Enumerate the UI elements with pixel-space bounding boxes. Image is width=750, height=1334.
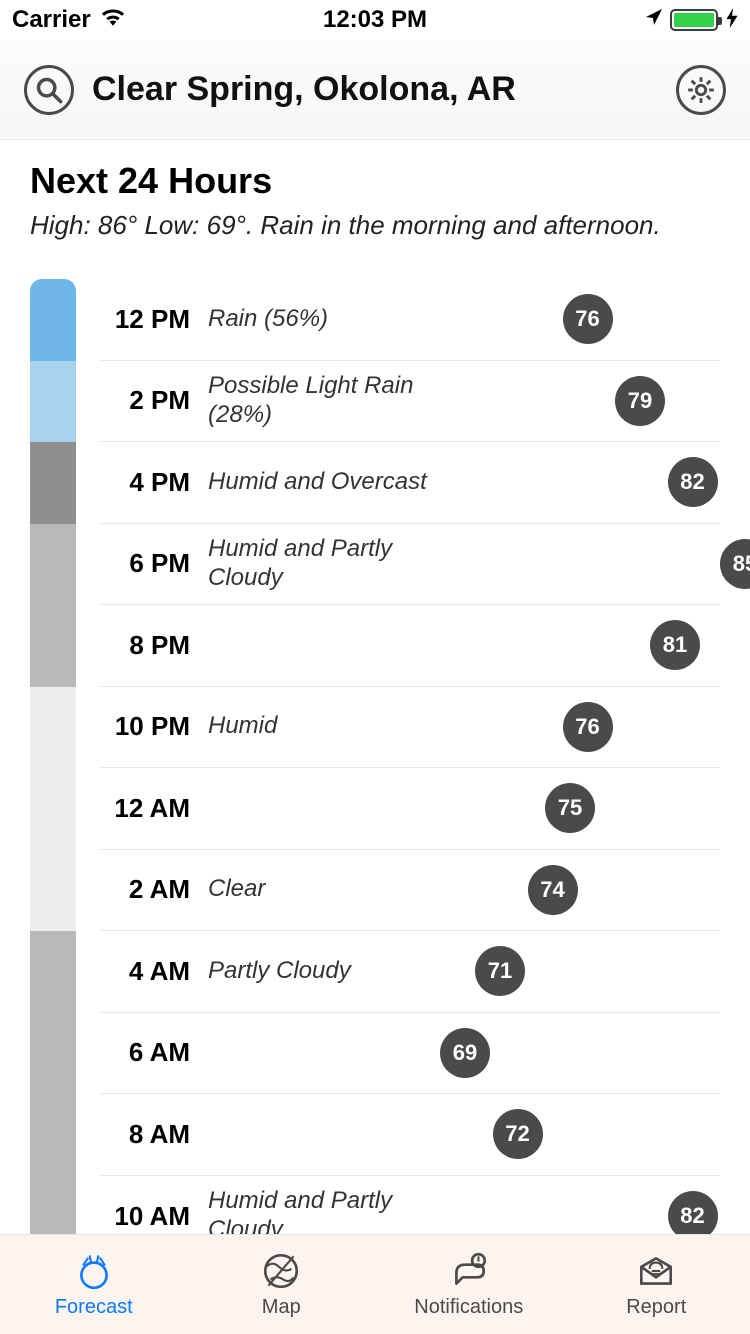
- status-time: 12:03 PM: [323, 6, 427, 34]
- hour-condition: Humid and Partly Cloudy: [208, 535, 438, 593]
- hour-condition: Possible Light Rain (28%): [208, 372, 438, 430]
- temp-badge: 71: [475, 946, 525, 996]
- hour-condition: Humid: [208, 712, 277, 741]
- temp-track: 81: [440, 605, 720, 686]
- hour-time: 6 AM: [100, 1037, 190, 1068]
- hourly-list[interactable]: 12 PM Rain (56%) 76 2 PM Possible Light Rain…: [100, 279, 720, 1257]
- hour-time: 8 PM: [100, 630, 190, 661]
- hour-row[interactable]: 8 PM 81: [100, 605, 720, 687]
- temp-track: 72: [440, 1094, 720, 1175]
- search-icon: [35, 76, 63, 104]
- hour-row[interactable]: 12 AM 75: [100, 768, 720, 850]
- strip-segment: [30, 524, 76, 606]
- search-button[interactable]: [24, 65, 74, 115]
- location-title: Clear Spring, Okolona, AR: [92, 70, 658, 109]
- hour-time: 2 AM: [100, 874, 190, 905]
- header: Clear Spring, Okolona, AR: [0, 40, 750, 140]
- hour-condition: Partly Cloudy: [208, 957, 351, 986]
- carrier-label: Carrier: [12, 6, 91, 34]
- temp-badge: 76: [563, 702, 613, 752]
- hour-time: 4 PM: [100, 467, 190, 498]
- settings-button[interactable]: [676, 65, 726, 115]
- temp-badge: 85: [720, 539, 750, 589]
- tab-label: Report: [626, 1296, 686, 1319]
- strip-segment: [30, 279, 76, 361]
- strip-segment: [30, 1094, 76, 1176]
- tab-label: Map: [262, 1296, 301, 1319]
- temp-badge: 76: [563, 294, 613, 344]
- temp-badge: 75: [545, 783, 595, 833]
- hour-condition: Rain (56%): [208, 305, 328, 334]
- section-title: Next 24 Hours: [30, 160, 720, 202]
- report-icon: [635, 1250, 677, 1292]
- temp-track: 71: [440, 931, 720, 1012]
- temp-track: 79: [440, 361, 720, 442]
- strip-segment: [30, 687, 76, 769]
- status-right: [644, 7, 738, 33]
- location-arrow-icon: [644, 7, 664, 33]
- temp-track: 76: [440, 687, 720, 768]
- strip-segment: [30, 768, 76, 850]
- hour-time: 10 AM: [100, 1201, 190, 1232]
- temp-badge: 69: [440, 1028, 490, 1078]
- hour-row[interactable]: 12 PM Rain (56%) 76: [100, 279, 720, 361]
- hour-time: 4 AM: [100, 956, 190, 987]
- gear-icon: [687, 76, 715, 104]
- wifi-icon: [99, 6, 127, 34]
- status-bar: Carrier 12:03 PM: [0, 0, 750, 40]
- hour-time: 2 PM: [100, 385, 190, 416]
- tab-label: Notifications: [414, 1296, 523, 1319]
- hour-condition: Clear: [208, 875, 265, 904]
- temp-badge: 79: [615, 376, 665, 426]
- status-left: Carrier: [12, 6, 127, 34]
- hour-row[interactable]: 2 AM Clear 74: [100, 850, 720, 932]
- hour-row[interactable]: 10 PM Humid 76: [100, 687, 720, 769]
- hour-row[interactable]: 4 AM Partly Cloudy 71: [100, 931, 720, 1013]
- tab-forecast[interactable]: Forecast: [0, 1235, 188, 1334]
- hour-time: 10 PM: [100, 711, 190, 742]
- tab-notifications[interactable]: Notifications: [375, 1235, 563, 1334]
- battery-icon: [670, 9, 718, 31]
- hour-row[interactable]: 4 PM Humid and Overcast 82: [100, 442, 720, 524]
- condition-color-strip: [30, 279, 76, 1257]
- strip-segment: [30, 1013, 76, 1095]
- hour-time: 12 AM: [100, 793, 190, 824]
- section-subtitle: High: 86° Low: 69°. Rain in the morning …: [30, 210, 720, 241]
- charging-icon: [726, 8, 738, 33]
- temp-track: 69: [440, 1013, 720, 1094]
- main-content: Next 24 Hours High: 86° Low: 69°. Rain i…: [0, 140, 750, 1257]
- strip-segment: [30, 605, 76, 687]
- hour-row[interactable]: 6 AM 69: [100, 1013, 720, 1095]
- hour-time: 8 AM: [100, 1119, 190, 1150]
- hour-row[interactable]: 6 PM Humid and Partly Cloudy85: [100, 524, 720, 606]
- hour-condition: Humid and Overcast: [208, 468, 427, 497]
- temp-track: 74: [440, 850, 720, 931]
- hour-row[interactable]: 2 PM Possible Light Rain (28%) 79: [100, 361, 720, 443]
- tab-report[interactable]: Report: [563, 1235, 750, 1334]
- strip-segment: [30, 442, 76, 524]
- temp-badge: 82: [668, 457, 718, 507]
- notifications-icon: [448, 1250, 490, 1292]
- temp-badge: 74: [528, 865, 578, 915]
- hourly-forecast: 12 PM Rain (56%) 76 2 PM Possible Light Rain…: [30, 279, 720, 1257]
- strip-segment: [30, 361, 76, 443]
- forecast-icon: [73, 1250, 115, 1292]
- hour-row[interactable]: 8 AM 72: [100, 1094, 720, 1176]
- hour-time: 12 PM: [100, 304, 190, 335]
- hour-time: 6 PM: [100, 548, 190, 579]
- globe-icon: [260, 1250, 302, 1292]
- tab-label: Forecast: [55, 1296, 133, 1319]
- temp-badge: 81: [650, 620, 700, 670]
- temp-badge: 72: [493, 1109, 543, 1159]
- strip-segment: [30, 850, 76, 932]
- temp-track: 75: [440, 768, 720, 849]
- temp-track: 76: [440, 279, 720, 360]
- temp-track: 82: [440, 442, 720, 523]
- tab-bar: Forecast Map Notifications Report: [0, 1234, 750, 1334]
- strip-segment: [30, 931, 76, 1013]
- temp-track: 85: [440, 524, 720, 605]
- tab-map[interactable]: Map: [188, 1235, 376, 1334]
